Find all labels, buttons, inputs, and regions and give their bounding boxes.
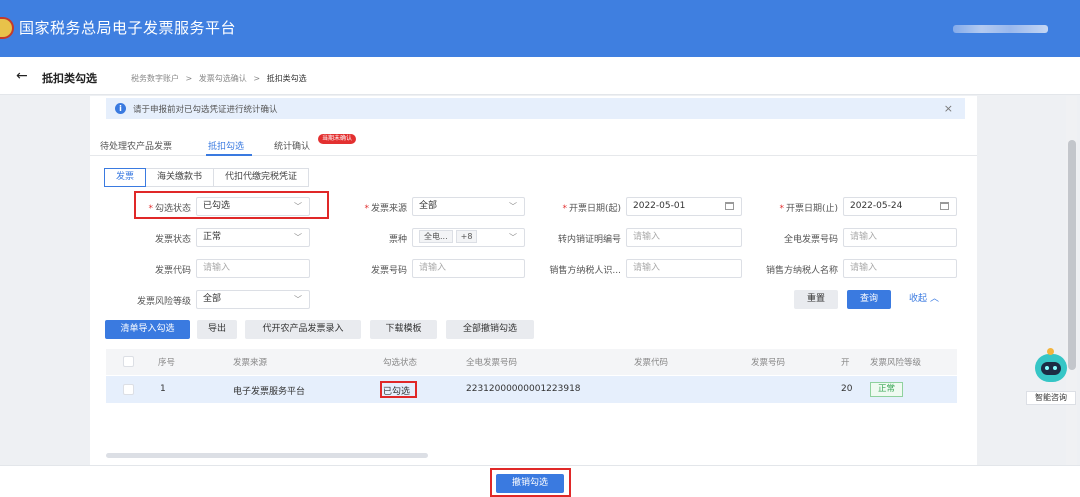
export-button[interactable]: 导出 (197, 320, 237, 339)
app-title: 国家税务总局电子发票服务平台 (19, 19, 237, 37)
active-tab-indicator (206, 154, 252, 156)
breadcrumb-item-account[interactable]: 税务数字账户 (131, 74, 179, 83)
highlight-row-status (380, 381, 417, 398)
tax-emblem-icon (0, 17, 14, 39)
invoice-kind-multiselect[interactable]: 全电... +8 ﹀ (412, 228, 525, 247)
subtab-invoice[interactable]: 发票 (104, 168, 147, 187)
transfer-no-input[interactable]: 请输入 (626, 228, 742, 247)
calendar-icon (725, 202, 734, 210)
date-end-input[interactable]: 2022-05-24 (843, 197, 957, 216)
seller-name-input[interactable]: 请输入 (843, 259, 957, 278)
notice-banner: i 请于申报前对已勾选凭证进行统计确认 × (106, 98, 965, 119)
breadcrumb-bar: ← 抵扣类勾选 税务数字账户 > 发票勾选确认 > 抵扣类勾选 (0, 57, 1080, 95)
label-full-invoice-no: 全电发票号码 (783, 235, 838, 245)
footer-bar: 撤销勾选 (0, 465, 1080, 497)
breadcrumb-separator: > (253, 74, 261, 83)
calendar-icon (940, 202, 949, 210)
reset-button[interactable]: 重置 (794, 290, 838, 309)
back-arrow-icon[interactable]: ← (16, 69, 28, 83)
seller-tax-id-input[interactable]: 请输入 (626, 259, 742, 278)
label-invoice-source: * 发票来源 (364, 204, 407, 214)
close-icon[interactable]: × (944, 102, 953, 115)
info-icon: i (115, 103, 126, 114)
cell-date: 20 (841, 384, 853, 394)
row-checkbox[interactable] (123, 384, 134, 395)
kind-tag: 全电... (419, 230, 453, 243)
chevron-down-icon: ﹀ (509, 202, 517, 211)
invoice-source-dropdown[interactable]: 全部 ﹀ (412, 197, 525, 216)
col-invoice-code: 发票代码 (634, 358, 669, 368)
table-row[interactable]: 1 电子发票服务平台 已勾选 22312000000001223918 20 正… (106, 376, 957, 403)
label-invoice-status: 发票状态 (154, 235, 191, 245)
invoice-status-dropdown[interactable]: 正常 ﹀ (196, 228, 310, 247)
label-seller-tax-id: 销售方纳税人识... (549, 266, 621, 276)
main-card: i 请于申报前对已勾选凭证进行统计确认 × 待处理农产品发票 抵扣勾选 统计确认… (90, 96, 977, 497)
tab-bar: 待处理农产品发票 抵扣勾选 统计确认 (90, 134, 977, 156)
label-seller-name: 销售方纳税人名称 (765, 266, 838, 276)
select-all-checkbox[interactable] (123, 356, 134, 367)
col-source: 发票来源 (233, 358, 268, 368)
label-invoice-kind: 票种 (388, 235, 407, 245)
cancel-all-select-button[interactable]: 全部撤销勾选 (446, 320, 534, 339)
invoice-number-input[interactable]: 请输入 (412, 259, 525, 278)
col-full-invoice-no: 全电发票号码 (466, 358, 518, 368)
assistant-label: 智能咨询 (1026, 391, 1076, 405)
notice-text: 请于申报前对已勾选凭证进行统计确认 (133, 105, 278, 115)
label-date-start: * 开票日期(起) (562, 204, 621, 214)
label-invoice-code: 发票代码 (154, 266, 191, 276)
unconfirmed-badge: 当期未确认 (318, 134, 357, 144)
label-invoice-number: 发票号码 (370, 266, 407, 276)
list-import-select-button[interactable]: 清单导入勾选 (105, 320, 190, 339)
col-index: 序号 (158, 358, 176, 368)
subtab-customs[interactable]: 海关缴款书 (145, 168, 215, 187)
chevron-down-icon: ﹀ (294, 233, 302, 242)
table-header: 序号 发票来源 勾选状态 全电发票号码 发票代码 发票号码 开 发票风险等级 (106, 349, 957, 375)
kind-more-tag: +8 (455, 230, 478, 243)
page-title: 抵扣类勾选 (42, 72, 97, 85)
cell-index: 1 (160, 384, 166, 394)
breadcrumb-separator: > (185, 74, 193, 83)
label-transfer-no: 转内销证明编号 (557, 235, 621, 245)
vertical-scrollbar-thumb[interactable] (1068, 140, 1076, 370)
cell-full-invoice-no: 22312000000001223918 (466, 384, 581, 394)
risk-level-dropdown[interactable]: 全部 ﹀ (196, 290, 310, 309)
chevron-down-icon: ﹀ (294, 295, 302, 304)
horizontal-scrollbar[interactable] (106, 453, 428, 458)
subtab-withholding[interactable]: 代扣代缴完税凭证 (213, 168, 310, 187)
query-button[interactable]: 查询 (847, 290, 891, 309)
subtab-group: 发票 海关缴款书 代扣代缴完税凭证 (104, 168, 310, 187)
breadcrumb-item-current: 抵扣类勾选 (266, 74, 307, 83)
highlight-cancel-button (490, 468, 571, 497)
user-info-blurred[interactable] (953, 25, 1048, 33)
col-invoice-number: 发票号码 (751, 358, 786, 368)
breadcrumb-item-confirm[interactable]: 发票勾选确认 (199, 74, 247, 83)
robot-face (1041, 362, 1061, 375)
risk-status-badge: 正常 (870, 382, 904, 397)
cell-source: 电子发票服务平台 (233, 387, 306, 397)
chevron-up-icon: ︿ (929, 294, 939, 304)
chevron-down-icon: ﹀ (509, 233, 517, 242)
full-invoice-no-input[interactable]: 请输入 (843, 228, 957, 247)
collapse-link[interactable]: 收起 ︿ (902, 290, 946, 309)
highlight-select-status (134, 191, 329, 219)
agri-invoice-entry-button[interactable]: 代开农产品发票录入 (245, 320, 361, 339)
tab-deduct-select[interactable]: 抵扣勾选 (208, 139, 244, 152)
robot-eye (1053, 366, 1057, 370)
smart-assistant-widget[interactable]: 智能咨询 (1026, 348, 1076, 408)
label-date-end: * 开票日期(止) (779, 204, 838, 214)
date-start-input[interactable]: 2022-05-01 (626, 197, 742, 216)
label-risk-level: 发票风险等级 (136, 297, 191, 307)
col-risk-level: 发票风险等级 (870, 358, 922, 368)
download-template-button[interactable]: 下载模板 (370, 320, 437, 339)
col-select-status: 勾选状态 (383, 358, 418, 368)
tab-pending-agri[interactable]: 待处理农产品发票 (100, 139, 172, 152)
robot-antenna (1047, 348, 1054, 355)
top-header: 国家税务总局电子发票服务平台 (0, 0, 1080, 57)
invoice-code-input[interactable]: 请输入 (196, 259, 310, 278)
tab-stat-confirm[interactable]: 统计确认 (274, 139, 310, 152)
breadcrumb: 税务数字账户 > 发票勾选确认 > 抵扣类勾选 (131, 73, 311, 84)
col-date: 开 (841, 358, 850, 368)
robot-eye (1045, 366, 1049, 370)
